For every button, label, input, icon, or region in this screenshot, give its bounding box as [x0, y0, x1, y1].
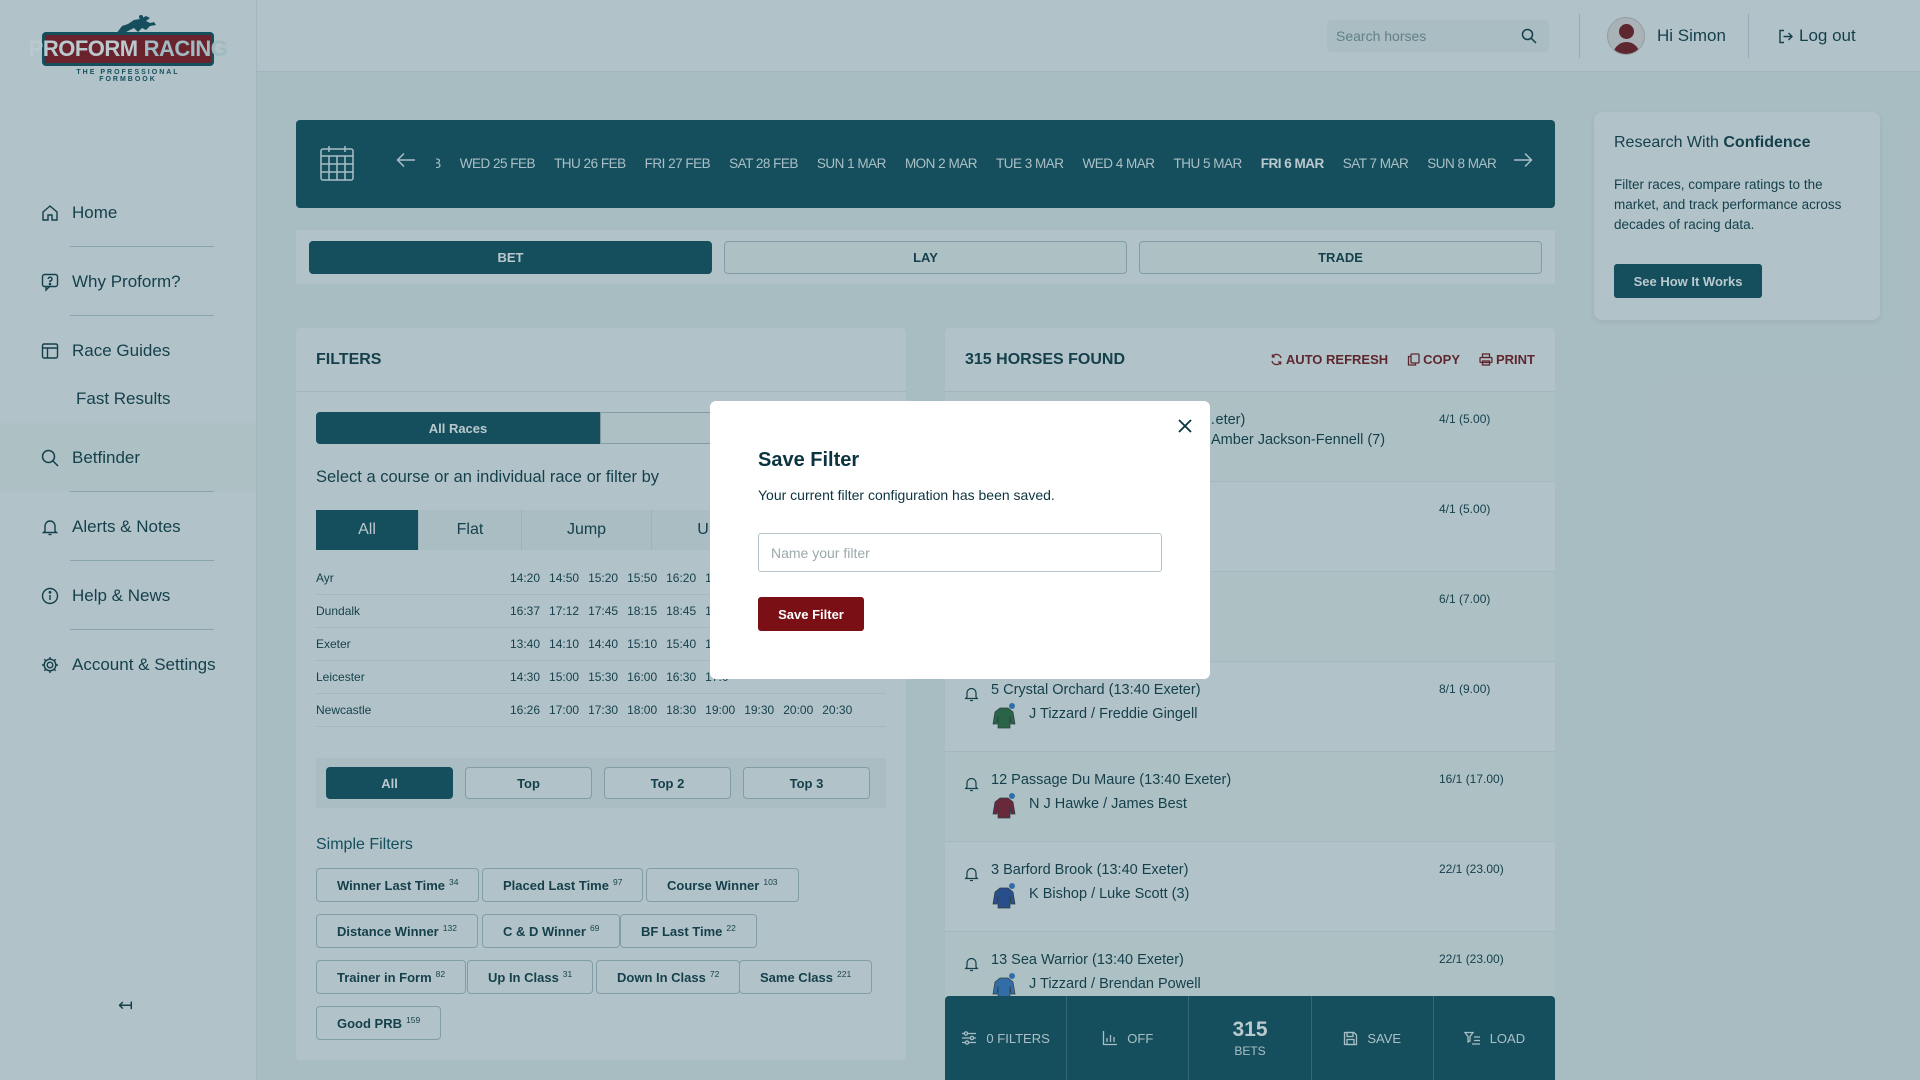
save-filter-modal: Save Filter Your current filter configur… — [710, 401, 1210, 679]
modal-title: Save Filter — [758, 449, 860, 471]
close-icon[interactable] — [1176, 417, 1194, 435]
filter-name-input[interactable] — [758, 533, 1162, 572]
modal-message: Your current filter configuration has be… — [758, 487, 1055, 503]
save-filter-submit-button[interactable]: Save Filter — [758, 597, 864, 631]
